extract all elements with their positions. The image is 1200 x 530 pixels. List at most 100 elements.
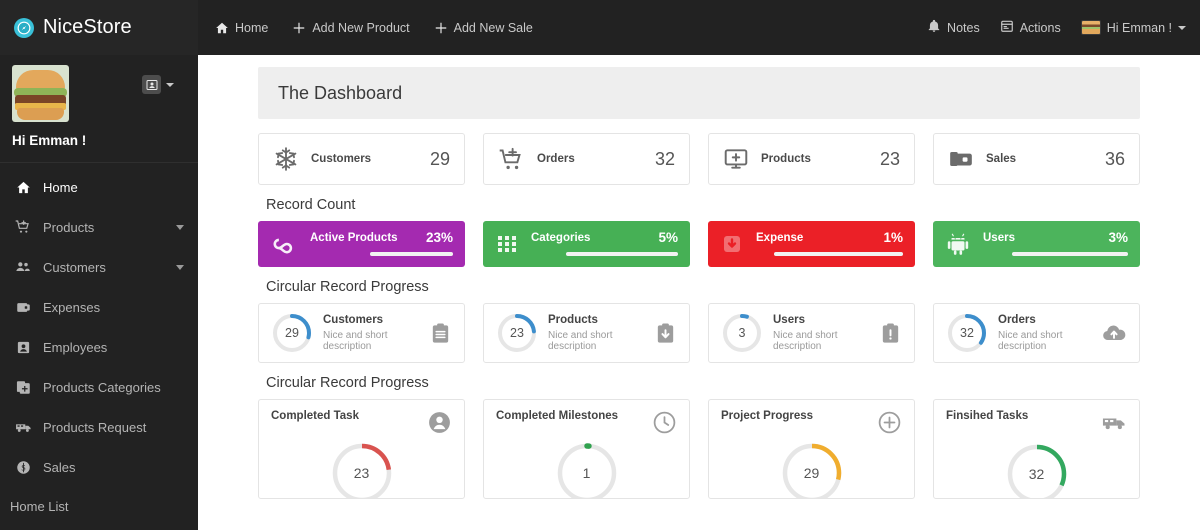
bottom-card-project-progress-label: Project Progress: [721, 410, 814, 422]
sidebar-item-sales[interactable]: S Sales: [0, 447, 198, 487]
topnav-home[interactable]: Home: [213, 17, 270, 39]
truck-icon: [1101, 410, 1127, 436]
circular-card-customers[interactable]: 29 Customers Nice and short description: [258, 303, 465, 363]
caret-down-icon: [1178, 25, 1186, 30]
record-card-active-products[interactable]: Active Products 23%: [258, 221, 465, 267]
home-icon: [215, 21, 229, 35]
sidebar-item-home-list[interactable]: Home List: [0, 487, 198, 525]
progress-bar-fill: [370, 252, 453, 256]
record-card-categories-label: Categories: [531, 231, 591, 244]
stat-card-orders[interactable]: Orders 32: [483, 133, 690, 185]
sidebar-item-employees-label: Employees: [43, 339, 108, 355]
progress-ring: 1: [555, 441, 619, 498]
sidebar: Hi Emman ! Home Products Customers Expen…: [0, 55, 198, 530]
circular-card-users-label: Users: [773, 314, 805, 326]
bottom-card-project-progress-value: 29: [803, 465, 820, 481]
sidebar-item-expenses[interactable]: Expenses: [0, 287, 198, 327]
record-card-expense-label: Expense: [756, 231, 804, 244]
sidebar-item-products-categories-label: Products Categories: [43, 379, 161, 395]
stat-cards-row: Customers 29 Orders 32 Products 23 Sales…: [198, 133, 1200, 185]
circular-card-users-desc: Nice and short description: [773, 330, 838, 352]
sidebar-profile: Hi Emman !: [0, 55, 198, 163]
record-card-categories[interactable]: Categories 5%: [483, 221, 690, 267]
circular-card-products-label: Products: [548, 314, 598, 326]
bottom-card-completed-milestones-value: 1: [582, 465, 591, 481]
plus-icon: [434, 21, 448, 35]
actions-button[interactable]: Actions: [1000, 19, 1061, 36]
brand-name: NiceStore: [43, 16, 132, 38]
circular-card-customers-label: Customers: [323, 314, 384, 326]
sidebar-item-home[interactable]: Home: [0, 167, 198, 207]
bottom-card-completed-milestones-label: Completed Milestones: [496, 410, 619, 422]
circular-card-orders-label: Orders: [998, 314, 1036, 326]
sidebar-item-products-label: Products: [43, 219, 95, 235]
circular-card-orders[interactable]: 32 Orders Nice and short description: [933, 303, 1140, 363]
bottom-card-finished-tasks-label: Finsihed Tasks: [946, 410, 1029, 422]
progress-bar-fill: [1012, 252, 1128, 256]
topnav-add-new-sale[interactable]: Add New Sale: [432, 17, 535, 39]
circular-card-customers-value: 29: [285, 326, 299, 340]
sidebar-item-employees[interactable]: Employees: [0, 327, 198, 367]
circular-card-products-desc: Nice and short description: [548, 330, 613, 352]
record-card-categories-percent: 5%: [658, 230, 678, 245]
record-card-users[interactable]: Users 3%: [933, 221, 1140, 267]
record-count-title: Record Count: [266, 197, 356, 213]
user-menu[interactable]: Hi Emman !: [1080, 20, 1186, 35]
chevron-down-icon: [176, 264, 184, 270]
stat-card-products[interactable]: Products 23: [708, 133, 915, 185]
user-menu-label: Hi Emman !: [1106, 20, 1172, 35]
page-title: The Dashboard: [278, 82, 403, 103]
clipboard-down-icon: [654, 322, 677, 345]
circular-card-orders-desc: Nice and short description: [998, 330, 1063, 352]
progress-ring: 23: [330, 441, 394, 498]
add-page-icon: [14, 380, 32, 395]
calendar-icon: [1000, 19, 1014, 36]
record-card-expense[interactable]: Expense 1%: [708, 221, 915, 267]
clipboard-alert-icon: [879, 322, 902, 345]
record-card-active-products-label: Active Products: [310, 231, 398, 244]
sidebar-user-dropdown[interactable]: [142, 75, 174, 94]
truck-icon: [14, 419, 32, 436]
stat-card-customers-value: 29: [429, 148, 450, 169]
monitor-plus-icon: [723, 146, 749, 172]
bottom-card-project-progress[interactable]: Project Progress 29: [708, 399, 915, 499]
brand-logo[interactable]: NiceStore: [0, 0, 198, 55]
sidebar-item-products-categories[interactable]: Products Categories: [0, 367, 198, 407]
notes-button[interactable]: Notes: [927, 19, 980, 36]
stat-card-customers[interactable]: Customers 29: [258, 133, 465, 185]
sidebar-item-products-request-label: Products Request: [43, 419, 147, 435]
stat-card-orders-label: Orders: [537, 153, 575, 165]
sidebar-item-products[interactable]: Products: [0, 207, 198, 247]
sidebar-item-customers[interactable]: Customers: [0, 247, 198, 287]
stat-card-sales-value: 36: [1104, 148, 1125, 169]
chevron-down-icon: [176, 224, 184, 230]
bottom-card-finished-tasks[interactable]: Finsihed Tasks 32: [933, 399, 1140, 499]
circular-card-products[interactable]: 23 Products Nice and short description: [483, 303, 690, 363]
bottom-card-finished-tasks-value: 32: [1028, 466, 1045, 482]
bottom-card-completed-task[interactable]: Completed Task 23: [258, 399, 465, 499]
stat-card-sales-label: Sales: [986, 153, 1017, 165]
progress-bar-fill: [773, 252, 903, 256]
topnav-home-label: Home: [235, 20, 269, 35]
record-card-users-percent: 3%: [1108, 230, 1128, 245]
sidebar-greeting: Hi Emman !: [12, 133, 87, 148]
bottom-card-completed-milestones[interactable]: Completed Milestones 1: [483, 399, 690, 499]
stat-card-products-value: 23: [879, 148, 900, 169]
home-icon: [14, 180, 32, 195]
stat-card-sales[interactable]: Sales 36: [933, 133, 1140, 185]
record-card-active-products-percent: 23%: [425, 230, 453, 245]
topnav-add-new-product[interactable]: Add New Product: [290, 17, 411, 39]
cart-plus-icon: [498, 146, 525, 173]
clipboard-lines-icon: [429, 322, 452, 345]
bottom-progress-title: Circular Record Progress: [266, 375, 429, 391]
cloud-upload-icon: [1101, 320, 1127, 346]
android-icon: [945, 231, 971, 257]
dashboard-header: The Dashboard: [258, 67, 1140, 119]
burger-avatar: [1080, 20, 1101, 35]
top-nav-links: Home Add New Product Add New Sale: [213, 17, 535, 39]
user-circle-icon: [427, 410, 452, 435]
sidebar-item-products-request[interactable]: Products Request: [0, 407, 198, 447]
circular-card-users[interactable]: 3 Users Nice and short description: [708, 303, 915, 363]
circular-progress-row: 29 Customers Nice and short description: [198, 303, 1200, 363]
progress-ring: 32: [946, 312, 988, 354]
